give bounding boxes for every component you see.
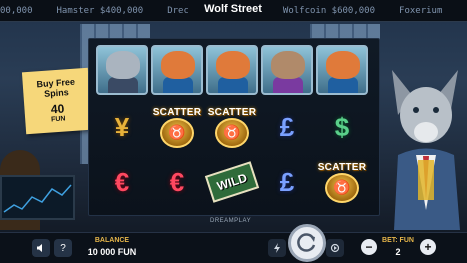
buy-free-spins-button[interactable]: Buy Free Spins 40 FUN <box>21 67 93 135</box>
bull-icon: ♉ <box>160 117 194 148</box>
autoplay-icon <box>330 243 340 253</box>
scatter-symbol: SCATTER ♉ <box>206 102 258 152</box>
ticker-item: 00,000 <box>0 5 33 16</box>
fox-symbol <box>316 45 368 95</box>
euro-icon: € <box>169 166 185 197</box>
wolf-symbol <box>96 45 148 95</box>
pound-icon: £ <box>279 166 295 197</box>
bet-decrease-button[interactable]: − <box>361 239 377 255</box>
bet-increase-button[interactable]: + <box>420 239 436 255</box>
scatter-symbol: SCATTER ♉ <box>151 102 203 152</box>
balance-value: 10 000 FUN <box>87 247 137 257</box>
turbo-button[interactable] <box>268 239 286 257</box>
trading-monitor <box>0 175 75 220</box>
autoplay-button[interactable] <box>326 239 344 257</box>
ticker-item: Drec <box>167 5 189 16</box>
spin-button[interactable] <box>288 224 326 262</box>
ticker-item: Wolfcoin $600,000 <box>282 5 376 16</box>
euro-symbol: € <box>96 157 148 207</box>
wild-symbol: WILD <box>204 157 260 207</box>
bet-value: 2 <box>395 247 401 257</box>
dollar-icon: $ <box>334 111 350 142</box>
balance-label: BALANCE <box>94 237 130 244</box>
fox-symbol <box>151 45 203 95</box>
speaker-icon <box>37 244 42 252</box>
scatter-symbol: SCATTER ♉ <box>316 157 368 207</box>
euro-icon: € <box>114 166 130 197</box>
bet-label: BET: FUN <box>382 237 414 244</box>
scatter-label: SCATTER <box>152 106 202 118</box>
euro-symbol: € <box>151 157 203 207</box>
dollar-symbol: $ <box>316 102 368 152</box>
scatter-label: SCATTER <box>317 161 367 173</box>
pound-symbol: £ <box>261 102 313 152</box>
refresh-icon <box>297 233 316 252</box>
wild-label: WILD <box>204 161 260 203</box>
provider-logo: DREAMPLAY <box>210 218 252 224</box>
bull-icon: ♉ <box>215 117 249 148</box>
bull-icon: ♉ <box>325 172 359 203</box>
ticker-item: Hamster $400,000 <box>56 5 144 16</box>
ticker-item: Foxerium <box>399 5 443 16</box>
game-title: Wolf Street <box>188 3 278 19</box>
hamster-symbol <box>261 45 313 95</box>
lightning-icon <box>274 243 280 253</box>
wolf-character <box>392 70 460 230</box>
pound-icon: £ <box>279 111 295 142</box>
pound-symbol: £ <box>261 157 313 207</box>
help-button[interactable]: ? <box>54 239 72 257</box>
scatter-label: SCATTER <box>207 106 257 118</box>
yen-icon: ¥ <box>114 111 130 142</box>
yen-symbol: ¥ <box>96 102 148 152</box>
chart-graphic <box>3 184 72 213</box>
sound-button[interactable] <box>32 239 50 257</box>
fox-symbol <box>206 45 258 95</box>
